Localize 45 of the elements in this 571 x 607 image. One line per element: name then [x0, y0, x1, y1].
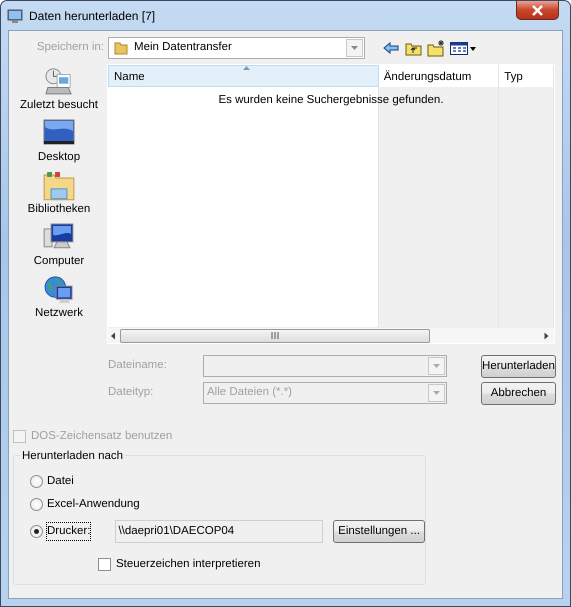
desktop-icon [43, 119, 75, 147]
file-name-field[interactable] [203, 354, 447, 376]
column-header[interactable]: Name [108, 65, 379, 87]
save-in-label: Speichern in: [36, 40, 105, 56]
network-icon [43, 275, 75, 305]
caret-icon [351, 46, 358, 50]
window-title: Daten herunterladen [7] [29, 8, 156, 24]
back-icon[interactable] [383, 41, 399, 55]
radio-button[interactable] [30, 498, 43, 512]
dialog-button[interactable]: Herunterladen [481, 355, 556, 378]
place-item[interactable]: Netzwerk [14, 275, 104, 322]
grip-icon [270, 332, 280, 339]
sort-arrow-icon [243, 66, 250, 70]
checkbox-label: Steuerzeichen interpretieren [116, 557, 260, 572]
scroll-left-icon[interactable] [111, 332, 116, 340]
view-menu-icon[interactable] [450, 42, 476, 54]
scroll-right-icon[interactable] [544, 332, 549, 340]
horizontal-scrollbar[interactable] [108, 327, 554, 343]
radio-label: Excel-Anwendung [47, 497, 140, 512]
radio-label: Datei [47, 474, 74, 490]
place-item[interactable]: Computer [14, 223, 104, 270]
place-item[interactable]: Bibliotheken [14, 171, 104, 218]
new-folder-icon[interactable] [427, 40, 446, 56]
scrollbar-thumb[interactable] [120, 328, 430, 342]
libraries-icon [43, 171, 75, 201]
file-type-label: Dateityp: [108, 384, 154, 400]
dialog-button[interactable]: Abbrechen [481, 382, 556, 405]
place-item[interactable]: Desktop [14, 119, 104, 166]
checkbox-label: DOS-Zeichensatz benutzen [31, 429, 172, 444]
close-button[interactable] [516, 1, 559, 20]
radio-button[interactable] [30, 475, 43, 488]
radio-label: Drucker: [47, 522, 90, 540]
folder-icon [113, 40, 129, 56]
file-name-label: Dateiname: [108, 358, 168, 373]
close-icon [531, 4, 544, 16]
printer-field[interactable]: \\daepri01\DAECOP04 [115, 520, 324, 543]
place-item[interactable]: Zuletzt besucht [14, 67, 104, 114]
monitor-icon [7, 8, 23, 24]
folder-up-icon[interactable] [405, 40, 422, 56]
empty-message: Es wurden keine Suchergebnisse gefunden. [217, 93, 445, 108]
caret-icon [433, 364, 440, 368]
settings-button[interactable]: Einstellungen ... [333, 520, 425, 543]
checkbox[interactable] [98, 558, 111, 572]
radio-button[interactable] [30, 524, 43, 538]
caret-icon [433, 390, 440, 394]
